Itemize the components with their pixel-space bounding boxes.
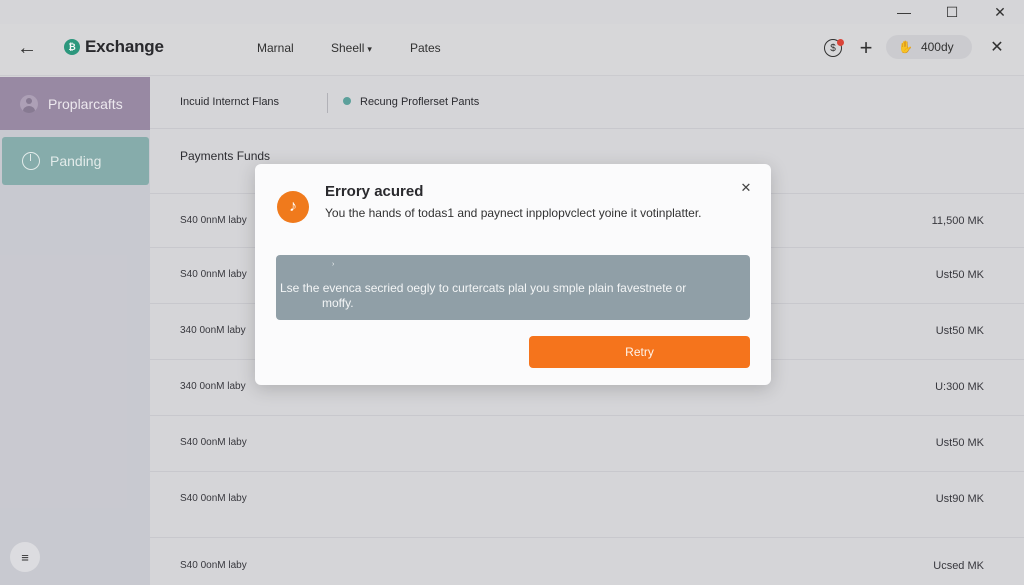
retry-button[interactable]: Retry bbox=[529, 336, 750, 368]
dialog-title: Errory acured bbox=[325, 183, 424, 200]
alert-icon: ♪ bbox=[277, 191, 309, 223]
detail-mark: › bbox=[332, 261, 335, 268]
detail-text: moffy. bbox=[322, 296, 354, 310]
error-dialog: ♪ Errory acured You the hands of todas1 … bbox=[255, 164, 771, 385]
dialog-message: You the hands of todas1 and paynect inpp… bbox=[325, 206, 702, 220]
detail-text: Lse the evenca secried oegly to curterca… bbox=[280, 281, 687, 295]
dialog-close-icon[interactable]: ✕ bbox=[737, 179, 755, 197]
error-detail-box: › Lse the evenca secried oegly to curter… bbox=[276, 255, 750, 320]
